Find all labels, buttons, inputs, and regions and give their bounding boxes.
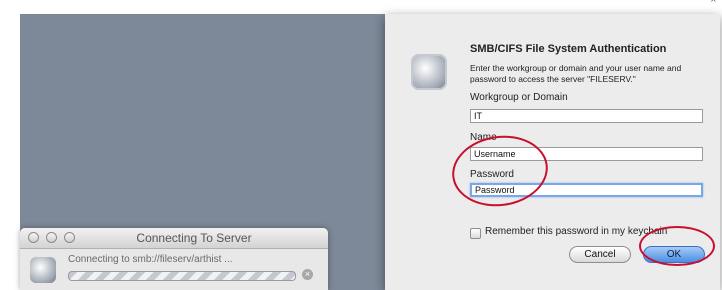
cancel-button[interactable]: Cancel	[569, 246, 631, 263]
corner-caret-icon: ^	[710, 0, 717, 7]
workgroup-label: Workgroup or Domain	[470, 92, 568, 103]
screen: ^ Connecting To Server Connecting to smb…	[0, 0, 722, 290]
dialog-title: SMB/CIFS File System Authentication	[470, 43, 667, 55]
connection-status-text: Connecting to smb://fileserv/arthist ...	[68, 254, 233, 265]
connecting-window-titlebar[interactable]: Connecting To Server	[20, 228, 328, 249]
workgroup-field[interactable]	[470, 109, 703, 123]
remember-password-label[interactable]: Remember this password in my keychain	[485, 226, 667, 237]
smb-auth-dialog: SMB/CIFS File System Authentication Ente…	[385, 14, 720, 290]
name-label: Name	[470, 132, 497, 143]
server-icon	[411, 54, 447, 90]
stop-icon[interactable]: ×	[302, 269, 313, 280]
connection-progress-bar	[68, 271, 296, 281]
dialog-message: Enter the workgroup or domain and your u…	[470, 63, 682, 84]
password-field[interactable]	[470, 183, 703, 197]
connecting-window-title: Connecting To Server	[136, 231, 252, 245]
password-label: Password	[470, 169, 514, 180]
connecting-window-body: Connecting to smb://fileserv/arthist ...…	[20, 249, 328, 290]
name-field[interactable]	[470, 147, 703, 161]
connecting-window: Connecting To Server Connecting to smb:/…	[20, 228, 328, 290]
remember-password-checkbox[interactable]	[470, 228, 481, 239]
ok-button[interactable]: OK	[643, 246, 705, 263]
server-icon	[30, 257, 56, 283]
